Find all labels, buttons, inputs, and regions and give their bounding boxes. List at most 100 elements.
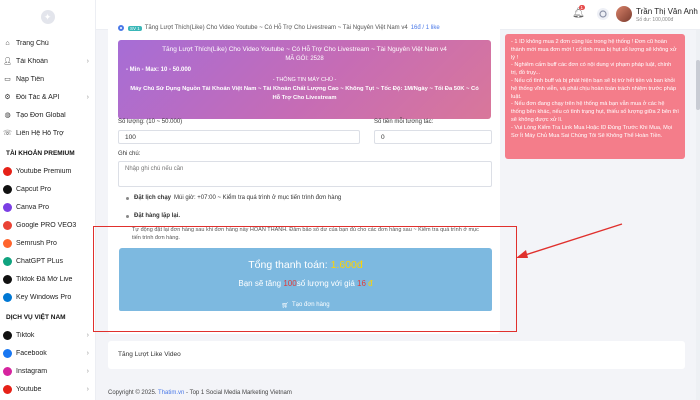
sidebar-item-label: ChatGPT PLus (16, 257, 63, 265)
settings-icon[interactable] (596, 7, 610, 23)
bullet-icon (126, 196, 129, 200)
service-logo-icon (3, 348, 12, 358)
total-subline: Bạn sẽ tăng 100số lượng với giá 16 đ (119, 279, 492, 288)
sidebar-item[interactable]: Capcut Pro (0, 180, 95, 198)
user-name[interactable]: Trần Thị Vân Anh (636, 7, 698, 16)
desc-title: Tăng Lượt Thích(Like) Cho Video Youtube … (162, 46, 447, 53)
sidebar: ✦ ⌂ Trang Chủ 👤︎ Tài Khoản › ▭ Nạp Tiền ⚙︎ Đối T… (0, 0, 96, 400)
sub-mid: số lượng với giá (296, 279, 355, 288)
sub-qty: 100 (283, 279, 297, 288)
warning-line: - Nếu đơn đang chạy trên hệ thống mà bạn… (511, 101, 679, 123)
warning-line: - Nghiêm cấm buff các đơn có nội dung vi… (511, 62, 672, 77)
service-logo-icon (3, 238, 12, 248)
server-option[interactable]: SV 1 Tăng Lượt Thích(Like) Cho Video You… (118, 25, 440, 31)
rate-input[interactable] (374, 130, 492, 144)
sidebar-item[interactable]: ▭ Nạp Tiền (0, 70, 95, 88)
chevron-right-icon: › (86, 349, 89, 357)
sidebar-logo[interactable]: ✦ (0, 0, 95, 34)
repeat-text: Tự động đặt lại đơn hàng sau khi đơn hàn… (132, 227, 479, 241)
schedule-title: Đặt lịch chạy (134, 195, 172, 201)
sidebar-item[interactable]: ChatGPT PLus (0, 252, 95, 270)
sidebar-item-label: Trang Chủ (16, 39, 49, 47)
service-logo-icon (3, 384, 12, 394)
chevron-right-icon: › (86, 93, 89, 101)
footer-prefix: Copyright © 2025. (108, 390, 157, 396)
schedule-option[interactable]: Đặt lịch chạy Múi giờ: +07:00 ~ Kiểm tra… (126, 195, 341, 201)
chevron-right-icon: › (86, 385, 89, 393)
total-summary: Tổng thanh toán: 1.600đ Bạn sẽ tăng 100s… (119, 248, 492, 306)
desc-minmax: - Min - Max: 10 - 50.000 (126, 67, 192, 73)
service-description: Tăng Lượt Thích(Like) Cho Video Youtube … (118, 40, 491, 119)
house-icon: ⌂ (5, 39, 10, 47)
page-scrollbar[interactable] (696, 30, 700, 400)
desc-info-title: - THÔNG TIN MÁY CHỦ - (272, 77, 337, 83)
sidebar-item[interactable]: ⚙︎ Đối Tác & API › (0, 88, 95, 106)
sidebar-item[interactable]: Semrush Pro (0, 234, 95, 252)
rate-label: Số tiền mỗi tương tác: (374, 119, 434, 125)
note-textarea[interactable] (118, 161, 492, 187)
chevron-right-icon: › (86, 57, 89, 65)
total-line: Tổng thanh toán: 1.600đ (119, 259, 492, 271)
chevron-right-icon: › (86, 367, 89, 375)
sidebar-item-label: Tạo Đơn Global (16, 111, 66, 119)
repeat-title: Đặt hàng lặp lại. (134, 213, 181, 219)
warning-line: - Vui Lòng Kiểm Tra Link Mua Hoặc ID Đún… (511, 124, 673, 139)
create-order-button[interactable]: 🛒︎ Tạo đơn hàng (119, 299, 492, 311)
sidebar-item-label: Tiktok (16, 331, 35, 339)
sidebar-item[interactable]: 👤︎ Tài Khoản › (0, 52, 95, 70)
api-icon: ⚙︎ (4, 94, 11, 101)
service-logo-icon (3, 184, 12, 194)
service-logo-icon (3, 256, 12, 266)
sidebar-item[interactable]: ◍ Tạo Đơn Global (0, 106, 95, 124)
premium-heading: TÀI KHOẢN PREMIUM (6, 150, 75, 157)
service-logo-icon (3, 330, 12, 340)
avatar[interactable] (616, 6, 632, 22)
sidebar-item[interactable]: Tiktok Đã Mở Live (0, 270, 95, 288)
sidebar-item[interactable]: Youtube › (0, 380, 95, 398)
sidebar-item[interactable]: Facebook › (0, 344, 95, 362)
footer-brand-link[interactable]: Thatim.vn (158, 390, 184, 396)
sidebar-item[interactable]: ☏ Liên Hệ Hỗ Trợ (0, 124, 95, 142)
service-logo-icon (3, 366, 12, 376)
chevron-right-icon: › (86, 331, 89, 339)
total-label: Tổng thanh toán: (248, 259, 328, 271)
create-order-label: Tạo đơn hàng (291, 302, 330, 308)
sidebar-item-label: Key Windows Pro (16, 293, 72, 301)
server-badge: SV 1 (128, 25, 142, 31)
sidebar-item-label: Google PRO VEO3 (16, 221, 77, 229)
sidebar-item[interactable]: ⌂ Trang Chủ (0, 34, 95, 52)
radio-selected-icon[interactable] (118, 25, 124, 31)
footer-suffix: - Top 1 Social Media Marketing Vietnam (186, 390, 292, 396)
bullet-icon (126, 214, 129, 218)
sidebar-item-label: Nạp Tiền (16, 75, 45, 83)
repeat-option[interactable]: Đặt hàng lặp lại. (126, 213, 183, 219)
support-icon: ☏ (3, 130, 12, 137)
sidebar-item[interactable]: Youtube Premium (0, 162, 95, 180)
quantity-input[interactable] (118, 130, 360, 144)
annotation-arrow-icon (516, 223, 623, 258)
sidebar-item-label: Youtube (16, 385, 42, 393)
sub-price: 16 (357, 279, 366, 288)
logo-icon: ✦ (40, 10, 55, 24)
sidebar-item[interactable]: Instagram › (0, 362, 95, 380)
sub-prefix: Bạn sẽ tăng (238, 279, 282, 288)
sidebar-item[interactable]: Tiktok › (0, 326, 95, 344)
note-label: Ghi chú: (118, 151, 141, 157)
notification-badge: 1 (579, 5, 585, 10)
service-logo-icon (3, 202, 12, 212)
sidebar-item-label: Youtube Premium (16, 167, 72, 175)
service-logo-icon (3, 274, 12, 284)
warning-panel: - 1 ID không mua 2 đơn cùng lúc trong hệ… (505, 34, 685, 159)
total-value: 1.600đ (330, 259, 363, 271)
footer: Copyright © 2025. Thatim.vn - Top 1 Soci… (108, 390, 292, 396)
schedule-text: Múi giờ: +07:00 ~ Kiểm tra quá trình ở m… (174, 195, 342, 201)
sidebar-item-label: Tài Khoản (16, 57, 48, 65)
desc-info: Máy Chủ Sử Dụng Nguồn Tài Khoản Việt Nam… (130, 86, 479, 101)
sidebar-item[interactable]: Canva Pro (0, 198, 95, 216)
warning-line: - Nếu cố tình buff và bị phát hiện bạn s… (511, 77, 677, 100)
sidebar-item-label: Liên Hệ Hỗ Trợ (16, 129, 64, 137)
sidebar-item[interactable]: Key Windows Pro (0, 288, 95, 306)
sidebar-item-label: Capcut Pro (16, 185, 52, 193)
sidebar-item[interactable]: Google PRO VEO3 (0, 216, 95, 234)
user-icon: 👤︎ (3, 58, 12, 65)
